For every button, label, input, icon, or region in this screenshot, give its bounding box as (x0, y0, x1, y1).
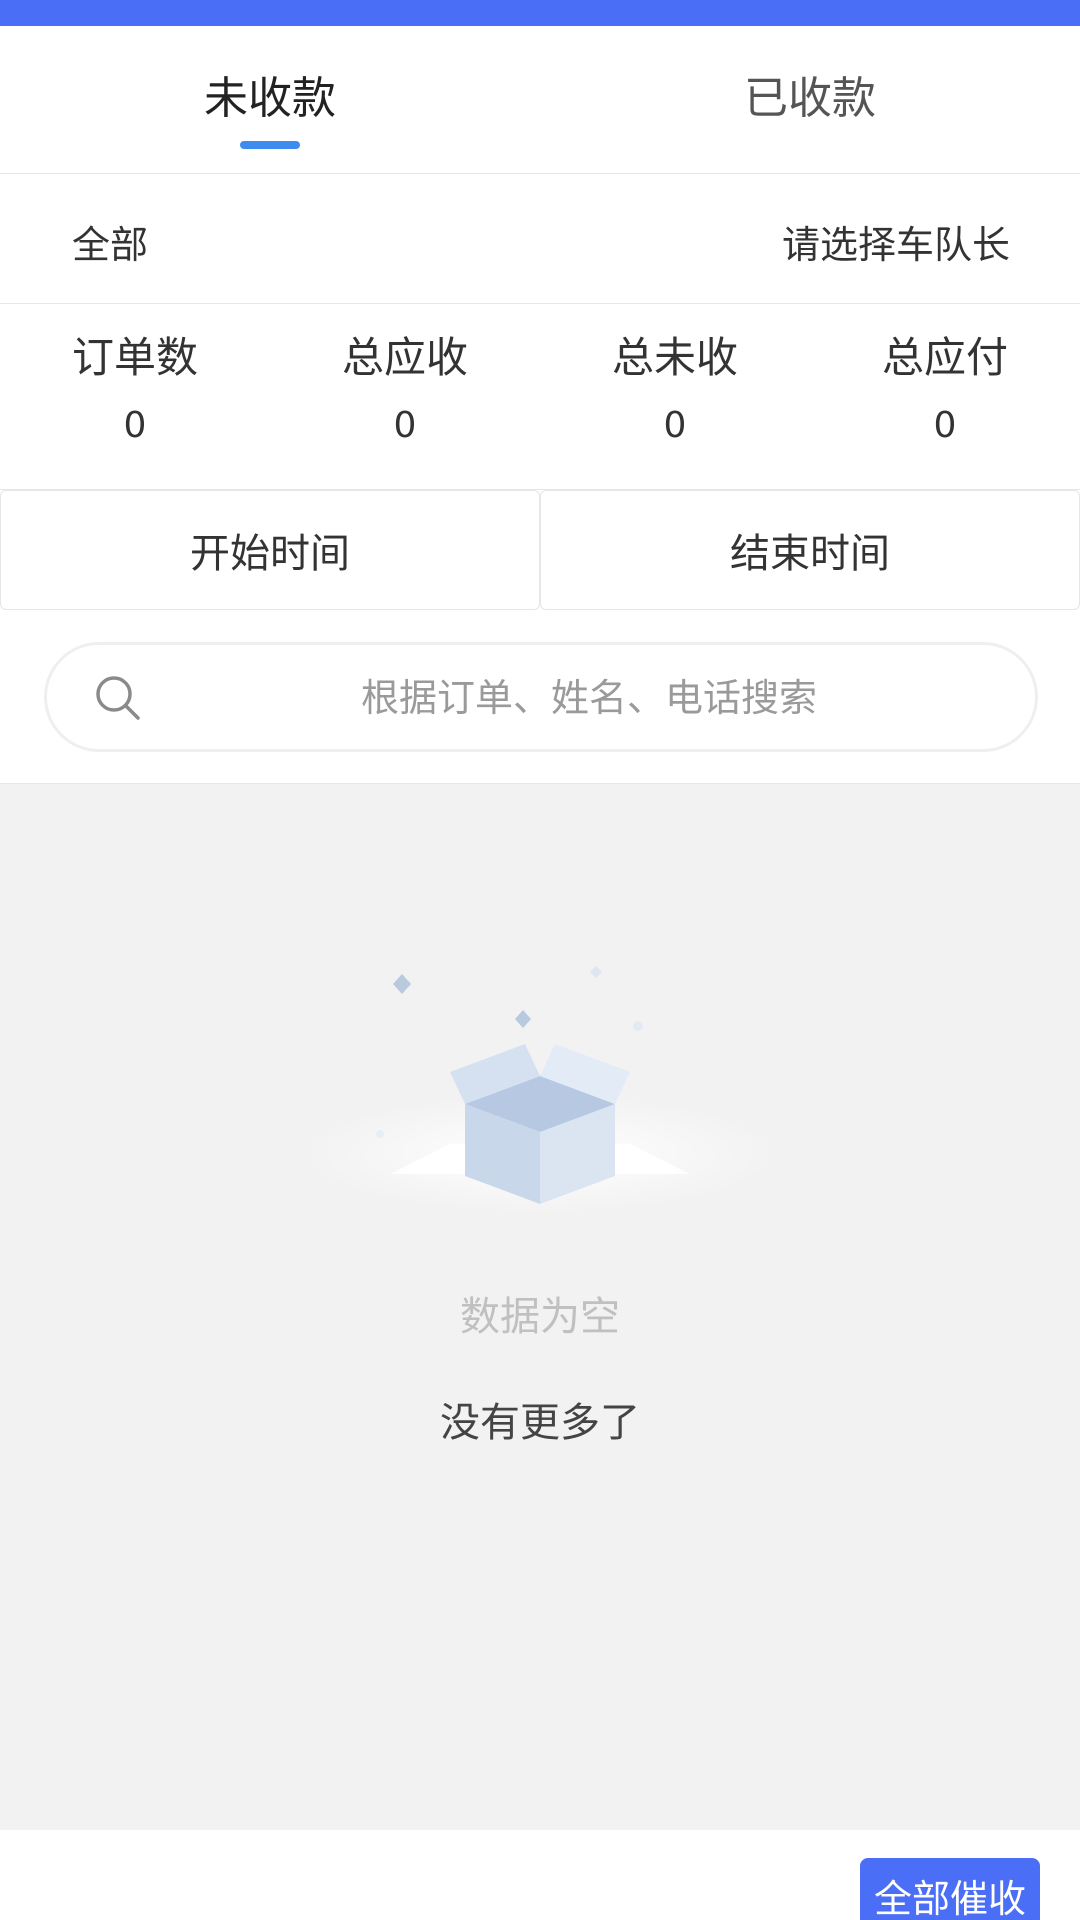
empty-box-icon (300, 966, 780, 1214)
search-area (0, 610, 1080, 784)
stat-value: 0 (393, 405, 417, 446)
bottom-bar: 全部催收 (0, 1830, 1080, 1920)
empty-state-text: 数据为空 (460, 1294, 620, 1340)
filter-row: 全部 请选择车队长 (0, 174, 1080, 304)
list-content: 数据为空 没有更多了 (0, 784, 1080, 1830)
summary-stats: 订单数 0 总应收 0 总未收 0 总应付 0 (0, 304, 1080, 490)
status-bar (0, 0, 1080, 26)
stat-label: 订单数 (71, 333, 198, 382)
tab-paid[interactable]: 已收款 (540, 26, 1080, 173)
search-input[interactable] (187, 645, 991, 751)
stat-label: 总应收 (341, 333, 468, 382)
scope-filter[interactable]: 全部 (72, 214, 148, 269)
tab-bar: 未收款 已收款 (0, 26, 1080, 174)
stat-order-count: 订单数 0 (0, 304, 270, 489)
tab-unpaid-label: 未收款 (204, 73, 336, 124)
stat-value: 0 (123, 405, 147, 446)
stat-value: 0 (663, 405, 687, 446)
remind-all-button[interactable]: 全部催收 (860, 1858, 1040, 1920)
stat-label: 总应付 (881, 333, 1008, 382)
stat-total-payable: 总应付 0 (810, 304, 1080, 489)
active-tab-indicator (240, 141, 300, 149)
stat-total-unreceived: 总未收 0 (540, 304, 810, 489)
stat-total-receivable: 总应收 0 (270, 304, 540, 489)
search-icon (96, 676, 140, 720)
receivables-page: 未收款 已收款 全部 请选择车队长 订单数 0 总应收 0 总未收 0 总应付 … (0, 0, 1080, 1920)
tab-unpaid[interactable]: 未收款 (0, 26, 540, 173)
end-date-picker[interactable]: 结束时间 (540, 490, 1080, 610)
stat-label: 总未收 (611, 333, 738, 382)
start-date-picker[interactable]: 开始时间 (0, 490, 540, 610)
stat-value: 0 (933, 405, 957, 446)
search-bar[interactable] (44, 642, 1038, 752)
date-range-row: 开始时间 结束时间 (0, 490, 1080, 610)
tab-paid-label: 已收款 (744, 73, 876, 124)
no-more-text: 没有更多了 (440, 1400, 640, 1446)
captain-select[interactable]: 请选择车队长 (782, 214, 1010, 269)
